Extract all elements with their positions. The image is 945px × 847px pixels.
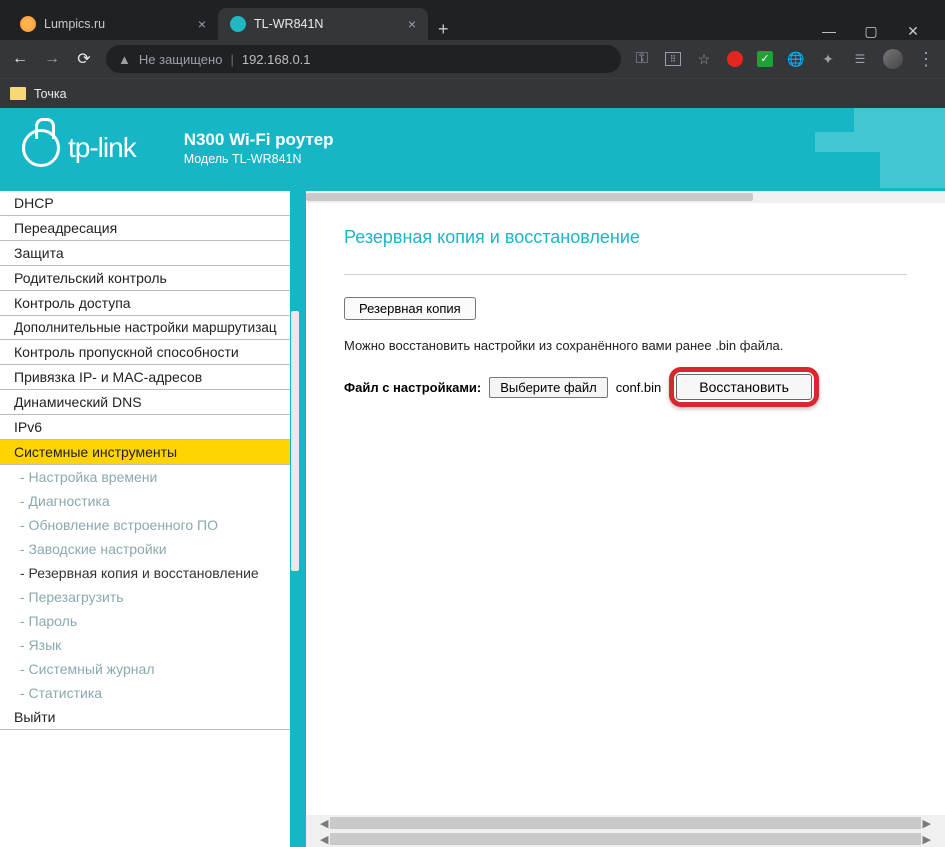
- sidebar-item[interactable]: Переадресация: [0, 216, 300, 241]
- header-decoration: [815, 108, 945, 188]
- forward-icon[interactable]: →: [42, 50, 62, 68]
- model-line1: N300 Wi-Fi роутер: [184, 130, 334, 150]
- divider: [344, 274, 907, 275]
- sidebar-subitem[interactable]: - Резервная копия и восстановление: [0, 561, 300, 585]
- tab-lumpics[interactable]: Lumpics.ru ×: [8, 8, 218, 40]
- logo-icon: [22, 129, 60, 167]
- scrollbar-thumb[interactable]: [291, 311, 299, 571]
- content-pane: Резервная копия и восстановление Резервн…: [300, 191, 945, 847]
- insecure-icon: ▲: [118, 52, 131, 67]
- scroll-left-icon[interactable]: ◀: [320, 817, 328, 830]
- scroll-track[interactable]: [330, 817, 920, 829]
- sidebar-item[interactable]: IPv6: [0, 415, 300, 440]
- backup-button[interactable]: Резервная копия: [344, 297, 476, 320]
- file-row: Файл с настройками: Выберите файл conf.b…: [344, 367, 907, 407]
- folder-icon: [10, 87, 26, 100]
- sidebar-item[interactable]: Контроль доступа: [0, 291, 300, 316]
- sidebar-item[interactable]: Динамический DNS: [0, 390, 300, 415]
- sidebar-subitem[interactable]: - Настройка времени: [0, 465, 300, 489]
- favicon-icon: [20, 16, 36, 32]
- restore-description: Можно восстановить настройки из сохранён…: [344, 338, 907, 353]
- content: Резервная копия и восстановление Резервн…: [306, 203, 945, 815]
- tab-router[interactable]: TL-WR841N ×: [218, 8, 428, 40]
- reading-list-icon[interactable]: [851, 50, 869, 68]
- menu-icon[interactable]: [917, 50, 935, 68]
- tab-strip: Lumpics.ru × TL-WR841N × + — ▢ ✕: [0, 0, 945, 40]
- router-body: DHCPПереадресацияЗащитаРодительский конт…: [0, 188, 945, 847]
- tp-link-logo: tp-link: [22, 129, 136, 167]
- key-icon[interactable]: [633, 50, 651, 68]
- sidebar-item[interactable]: Системные инструменты: [0, 440, 300, 465]
- choose-file-button[interactable]: Выберите файл: [489, 377, 607, 398]
- bookmarks-bar: Точка: [0, 78, 945, 108]
- reload-icon[interactable]: ⟳: [74, 49, 94, 69]
- minimize-icon[interactable]: —: [819, 23, 839, 40]
- url-text: 192.168.0.1: [242, 52, 311, 67]
- sidebar-item[interactable]: Дополнительные настройки маршрутизац: [0, 316, 300, 340]
- router-header: tp-link N300 Wi-Fi роутер Модель TL-WR84…: [0, 108, 945, 188]
- toolbar-icons: ⠿ ✓: [633, 49, 935, 69]
- window-controls: — ▢ ✕: [819, 23, 937, 40]
- bookmark-item[interactable]: Точка: [34, 87, 67, 101]
- sidebar-subitem[interactable]: - Системный журнал: [0, 657, 300, 681]
- back-icon[interactable]: ←: [10, 50, 30, 68]
- translate-icon[interactable]: ⠿: [665, 52, 681, 66]
- sidebar-item[interactable]: Родительский контроль: [0, 266, 300, 291]
- model-line2: Модель TL-WR841N: [184, 152, 334, 166]
- extension-globe-icon[interactable]: [787, 50, 805, 68]
- sidebar-subitem[interactable]: - Заводские настройки: [0, 537, 300, 561]
- sidebar-item[interactable]: Контроль пропускной способности: [0, 340, 300, 365]
- scroll-right-icon[interactable]: ▶: [923, 817, 931, 830]
- sidebar-item[interactable]: Защита: [0, 241, 300, 266]
- sidebar-item[interactable]: Привязка IP- и MAC-адресов: [0, 365, 300, 390]
- extensions-icon[interactable]: [819, 50, 837, 68]
- close-window-icon[interactable]: ✕: [903, 23, 923, 40]
- extension-opera-icon[interactable]: [727, 51, 743, 67]
- hscroll-1[interactable]: ◀ ▶: [306, 815, 945, 831]
- security-label: Не защищено: [139, 52, 223, 67]
- hscroll-2[interactable]: ◀ ▶: [306, 831, 945, 847]
- file-name: conf.bin: [616, 380, 662, 395]
- sidebar-subitem[interactable]: - Диагностика: [0, 489, 300, 513]
- tab-title: Lumpics.ru: [44, 17, 105, 31]
- extension-shield-icon[interactable]: ✓: [757, 51, 773, 67]
- restore-highlight: Восстановить: [669, 367, 819, 407]
- tab-title: TL-WR841N: [254, 17, 323, 31]
- profile-avatar-icon[interactable]: [883, 49, 903, 69]
- sidebar-scrollbar[interactable]: [290, 191, 300, 847]
- maximize-icon[interactable]: ▢: [861, 23, 881, 40]
- new-tab-button[interactable]: +: [428, 19, 459, 40]
- sidebar-subitem[interactable]: - Пароль: [0, 609, 300, 633]
- brand-text: tp-link: [68, 132, 136, 164]
- file-label: Файл с настройками:: [344, 380, 481, 395]
- sidebar-subitem[interactable]: - Перезагрузить: [0, 585, 300, 609]
- content-scrollbar-top[interactable]: [306, 191, 945, 203]
- scroll-track[interactable]: [330, 833, 920, 845]
- separator: |: [230, 52, 233, 67]
- sidebar-subitem[interactable]: - Обновление встроенного ПО: [0, 513, 300, 537]
- bookmark-star-icon[interactable]: [695, 50, 713, 68]
- close-icon[interactable]: ×: [198, 16, 206, 32]
- favicon-icon: [230, 16, 246, 32]
- scroll-left-icon[interactable]: ◀: [320, 833, 328, 846]
- sidebar-item[interactable]: DHCP: [0, 191, 300, 216]
- address-bar[interactable]: ▲ Не защищено | 192.168.0.1: [106, 45, 621, 73]
- page-title: Резервная копия и восстановление: [344, 227, 907, 248]
- sidebar-subitem[interactable]: - Язык: [0, 633, 300, 657]
- restore-button[interactable]: Восстановить: [676, 374, 812, 400]
- bottom-scrollbars: ◀ ▶ ◀ ▶: [306, 815, 945, 847]
- browser-chrome: Lumpics.ru × TL-WR841N × + — ▢ ✕ ← → ⟳ ▲…: [0, 0, 945, 108]
- browser-toolbar: ← → ⟳ ▲ Не защищено | 192.168.0.1 ⠿ ✓: [0, 40, 945, 78]
- scroll-right-icon[interactable]: ▶: [923, 833, 931, 846]
- sidebar-subitem[interactable]: - Статистика: [0, 681, 300, 705]
- sidebar: DHCPПереадресацияЗащитаРодительский конт…: [0, 191, 300, 847]
- router-page: tp-link N300 Wi-Fi роутер Модель TL-WR84…: [0, 108, 945, 847]
- sidebar-item-logout[interactable]: Выйти: [0, 705, 300, 730]
- close-icon[interactable]: ×: [408, 16, 416, 32]
- model-info: N300 Wi-Fi роутер Модель TL-WR841N: [184, 130, 334, 166]
